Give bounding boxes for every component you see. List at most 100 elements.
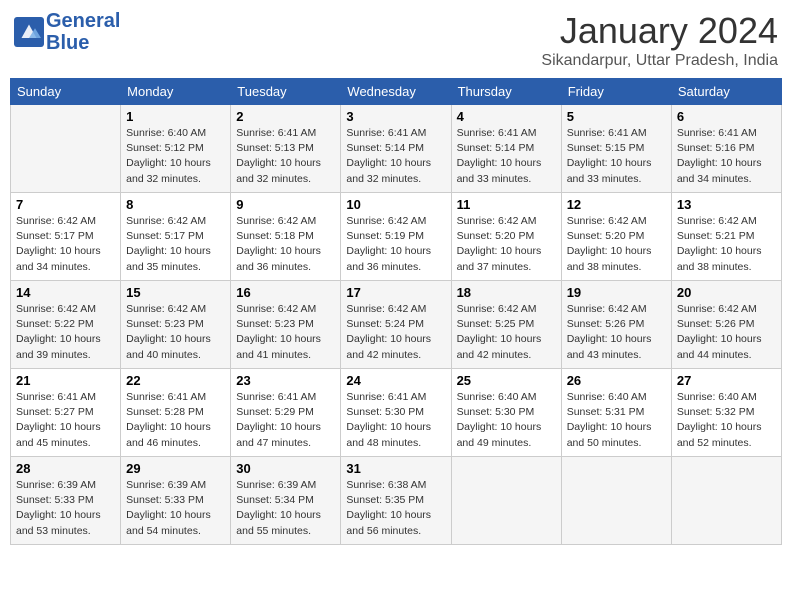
day-info: Sunrise: 6:42 AMSunset: 5:26 PMDaylight:…: [677, 302, 776, 363]
title-block: January 2024 Sikandarpur, Uttar Pradesh,…: [541, 10, 778, 70]
day-info: Sunrise: 6:41 AMSunset: 5:16 PMDaylight:…: [677, 126, 776, 187]
calendar-cell: 19 Sunrise: 6:42 AMSunset: 5:26 PMDayligh…: [561, 281, 671, 369]
day-number: 10: [346, 197, 445, 212]
day-info: Sunrise: 6:41 AMSunset: 5:14 PMDaylight:…: [457, 126, 556, 187]
logo: General Blue: [14, 10, 120, 54]
calendar-week-2: 7 Sunrise: 6:42 AMSunset: 5:17 PMDaylight…: [11, 193, 782, 281]
calendar-cell: 31Sunrise: 6:38 AMSunset: 5:35 PMDayligh…: [341, 457, 451, 545]
day-info: Sunrise: 6:42 AMSunset: 5:20 PMDaylight:…: [457, 214, 556, 275]
calendar-week-3: 14Sunrise: 6:42 AMSunset: 5:22 PMDayligh…: [11, 281, 782, 369]
day-number: 9: [236, 197, 335, 212]
day-info: Sunrise: 6:39 AMSunset: 5:34 PMDaylight:…: [236, 478, 335, 539]
day-number: 2: [236, 109, 335, 124]
calendar-cell: 20 Sunrise: 6:42 AMSunset: 5:26 PMDayligh…: [671, 281, 781, 369]
day-number: 28: [16, 461, 115, 476]
day-info: Sunrise: 6:42 AMSunset: 5:21 PMDaylight:…: [677, 214, 776, 275]
calendar-cell: 15 Sunrise: 6:42 AMSunset: 5:23 PMDayligh…: [121, 281, 231, 369]
day-number: 4: [457, 109, 556, 124]
day-info: Sunrise: 6:41 AMSunset: 5:13 PMDaylight:…: [236, 126, 335, 187]
calendar-week-1: 1 Sunrise: 6:40 AMSunset: 5:12 PMDaylight…: [11, 105, 782, 193]
calendar-cell: 17 Sunrise: 6:42 AMSunset: 5:24 PMDayligh…: [341, 281, 451, 369]
calendar-cell: 14Sunrise: 6:42 AMSunset: 5:22 PMDayligh…: [11, 281, 121, 369]
day-number: 6: [677, 109, 776, 124]
calendar-cell: 4 Sunrise: 6:41 AMSunset: 5:14 PMDaylight…: [451, 105, 561, 193]
calendar-cell: 16 Sunrise: 6:42 AMSunset: 5:23 PMDayligh…: [231, 281, 341, 369]
day-info: Sunrise: 6:40 AMSunset: 5:30 PMDaylight:…: [457, 390, 556, 451]
day-number: 17: [346, 285, 445, 300]
day-number: 15: [126, 285, 225, 300]
day-number: 31: [346, 461, 445, 476]
day-info: Sunrise: 6:42 AMSunset: 5:23 PMDaylight:…: [236, 302, 335, 363]
calendar-cell: 7 Sunrise: 6:42 AMSunset: 5:17 PMDaylight…: [11, 193, 121, 281]
day-number: 11: [457, 197, 556, 212]
day-number: 16: [236, 285, 335, 300]
day-info: Sunrise: 6:42 AMSunset: 5:17 PMDaylight:…: [16, 214, 115, 275]
calendar-cell: 9 Sunrise: 6:42 AMSunset: 5:18 PMDaylight…: [231, 193, 341, 281]
day-info: Sunrise: 6:42 AMSunset: 5:19 PMDaylight:…: [346, 214, 445, 275]
calendar-cell: 8 Sunrise: 6:42 AMSunset: 5:17 PMDaylight…: [121, 193, 231, 281]
calendar-cell: 18Sunrise: 6:42 AMSunset: 5:25 PMDayligh…: [451, 281, 561, 369]
day-info: Sunrise: 6:41 AMSunset: 5:15 PMDaylight:…: [567, 126, 666, 187]
location-subtitle: Sikandarpur, Uttar Pradesh, India: [541, 52, 778, 70]
page-header: General Blue January 2024 Sikandarpur, U…: [10, 10, 782, 70]
header-cell-tuesday: Tuesday: [231, 79, 341, 105]
calendar-table: SundayMondayTuesdayWednesdayThursdayFrid…: [10, 78, 782, 545]
day-info: Sunrise: 6:41 AMSunset: 5:30 PMDaylight:…: [346, 390, 445, 451]
day-number: 18: [457, 285, 556, 300]
header-cell-wednesday: Wednesday: [341, 79, 451, 105]
calendar-cell: 6 Sunrise: 6:41 AMSunset: 5:16 PMDaylight…: [671, 105, 781, 193]
day-number: 12: [567, 197, 666, 212]
calendar-cell: 2 Sunrise: 6:41 AMSunset: 5:13 PMDaylight…: [231, 105, 341, 193]
header-cell-saturday: Saturday: [671, 79, 781, 105]
day-info: Sunrise: 6:42 AMSunset: 5:22 PMDaylight:…: [16, 302, 115, 363]
calendar-cell: [561, 457, 671, 545]
day-info: Sunrise: 6:42 AMSunset: 5:24 PMDaylight:…: [346, 302, 445, 363]
day-number: 7: [16, 197, 115, 212]
day-number: 24: [346, 373, 445, 388]
day-info: Sunrise: 6:39 AMSunset: 5:33 PMDaylight:…: [16, 478, 115, 539]
day-number: 13: [677, 197, 776, 212]
day-info: Sunrise: 6:40 AMSunset: 5:12 PMDaylight:…: [126, 126, 225, 187]
calendar-cell: 5 Sunrise: 6:41 AMSunset: 5:15 PMDaylight…: [561, 105, 671, 193]
calendar-cell: 28 Sunrise: 6:39 AMSunset: 5:33 PMDayligh…: [11, 457, 121, 545]
day-number: 8: [126, 197, 225, 212]
day-info: Sunrise: 6:42 AMSunset: 5:23 PMDaylight:…: [126, 302, 225, 363]
calendar-cell: 11 Sunrise: 6:42 AMSunset: 5:20 PMDayligh…: [451, 193, 561, 281]
day-number: 21: [16, 373, 115, 388]
calendar-cell: 23Sunrise: 6:41 AMSunset: 5:29 PMDayligh…: [231, 369, 341, 457]
day-number: 22: [126, 373, 225, 388]
calendar-week-4: 21 Sunrise: 6:41 AMSunset: 5:27 PMDayligh…: [11, 369, 782, 457]
calendar-cell: [451, 457, 561, 545]
calendar-cell: 1 Sunrise: 6:40 AMSunset: 5:12 PMDaylight…: [121, 105, 231, 193]
day-info: Sunrise: 6:42 AMSunset: 5:20 PMDaylight:…: [567, 214, 666, 275]
calendar-cell: [11, 105, 121, 193]
header-cell-thursday: Thursday: [451, 79, 561, 105]
header-cell-sunday: Sunday: [11, 79, 121, 105]
calendar-cell: 22 Sunrise: 6:41 AMSunset: 5:28 PMDayligh…: [121, 369, 231, 457]
day-info: Sunrise: 6:42 AMSunset: 5:18 PMDaylight:…: [236, 214, 335, 275]
calendar-header: SundayMondayTuesdayWednesdayThursdayFrid…: [11, 79, 782, 105]
day-info: Sunrise: 6:42 AMSunset: 5:26 PMDaylight:…: [567, 302, 666, 363]
header-row: SundayMondayTuesdayWednesdayThursdayFrid…: [11, 79, 782, 105]
day-number: 5: [567, 109, 666, 124]
day-number: 20: [677, 285, 776, 300]
day-info: Sunrise: 6:42 AMSunset: 5:17 PMDaylight:…: [126, 214, 225, 275]
day-number: 19: [567, 285, 666, 300]
calendar-cell: 30 Sunrise: 6:39 AMSunset: 5:34 PMDayligh…: [231, 457, 341, 545]
header-cell-friday: Friday: [561, 79, 671, 105]
calendar-cell: 24 Sunrise: 6:41 AMSunset: 5:30 PMDayligh…: [341, 369, 451, 457]
day-info: Sunrise: 6:41 AMSunset: 5:28 PMDaylight:…: [126, 390, 225, 451]
day-info: Sunrise: 6:41 AMSunset: 5:14 PMDaylight:…: [346, 126, 445, 187]
calendar-cell: 26Sunrise: 6:40 AMSunset: 5:31 PMDayligh…: [561, 369, 671, 457]
calendar-cell: 25Sunrise: 6:40 AMSunset: 5:30 PMDayligh…: [451, 369, 561, 457]
day-info: Sunrise: 6:40 AMSunset: 5:32 PMDaylight:…: [677, 390, 776, 451]
day-number: 1: [126, 109, 225, 124]
calendar-cell: 10 Sunrise: 6:42 AMSunset: 5:19 PMDayligh…: [341, 193, 451, 281]
calendar-cell: 3Sunrise: 6:41 AMSunset: 5:14 PMDaylight…: [341, 105, 451, 193]
month-year-title: January 2024: [541, 10, 778, 52]
calendar-cell: 21 Sunrise: 6:41 AMSunset: 5:27 PMDayligh…: [11, 369, 121, 457]
day-number: 30: [236, 461, 335, 476]
calendar-cell: 27Sunrise: 6:40 AMSunset: 5:32 PMDayligh…: [671, 369, 781, 457]
day-info: Sunrise: 6:41 AMSunset: 5:27 PMDaylight:…: [16, 390, 115, 451]
day-info: Sunrise: 6:41 AMSunset: 5:29 PMDaylight:…: [236, 390, 335, 451]
